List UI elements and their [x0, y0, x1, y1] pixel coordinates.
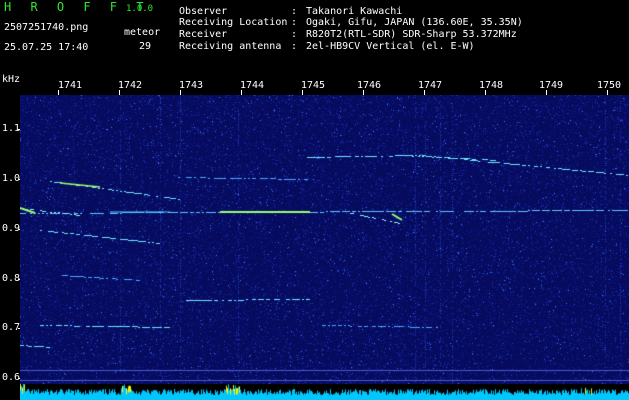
info-value-observer: Takanori Kawachi: [306, 6, 403, 17]
info-value-antenna: 2el-HB9CV Vertical (el. E-W): [306, 41, 475, 52]
x-tick-label: 1742: [118, 80, 143, 91]
info-separator: :: [291, 17, 298, 28]
meteor-count-value: 29: [139, 41, 152, 52]
x-tick-label: 1745: [301, 80, 326, 91]
app-version: 1.0.0: [126, 4, 154, 14]
signal-level-strip: [20, 384, 629, 400]
info-separator: :: [291, 41, 298, 52]
x-tick-label: 1743: [179, 80, 204, 91]
file-name: 2507251740.png: [4, 22, 89, 33]
spectrogram: [20, 95, 629, 384]
info-label-antenna: Receiving antenna: [179, 41, 282, 52]
info-label-receiver: Receiver: [179, 29, 228, 40]
timestamp: 25.07.25 17:40: [4, 42, 89, 53]
info-label-location: Receiving Location: [179, 17, 288, 28]
x-tick-label: 1747: [418, 80, 443, 91]
info-value-receiver: R820T2(RTL-SDR) SDR-Sharp 53.372MHz: [306, 29, 517, 40]
x-tick-label: 1744: [240, 80, 265, 91]
meteor-count-label: meteor: [124, 27, 161, 38]
x-tick-label: 1748: [479, 80, 504, 91]
info-value-location: Ogaki, Gifu, JAPAN (136.60E, 35.35N): [306, 17, 523, 28]
info-label-observer: Observer: [179, 6, 228, 17]
x-tick-label: 1750: [597, 80, 622, 91]
hrofft-window: H R O F F T 1.0.0 2507251740.png 25.07.2…: [0, 0, 629, 400]
info-separator: :: [291, 29, 298, 40]
frequency-unit-label: kHz: [2, 74, 21, 85]
x-tick-label: 1741: [58, 80, 83, 91]
x-tick-label: 1746: [357, 80, 382, 91]
x-tick-label: 1749: [539, 80, 564, 91]
info-separator: :: [291, 6, 298, 17]
